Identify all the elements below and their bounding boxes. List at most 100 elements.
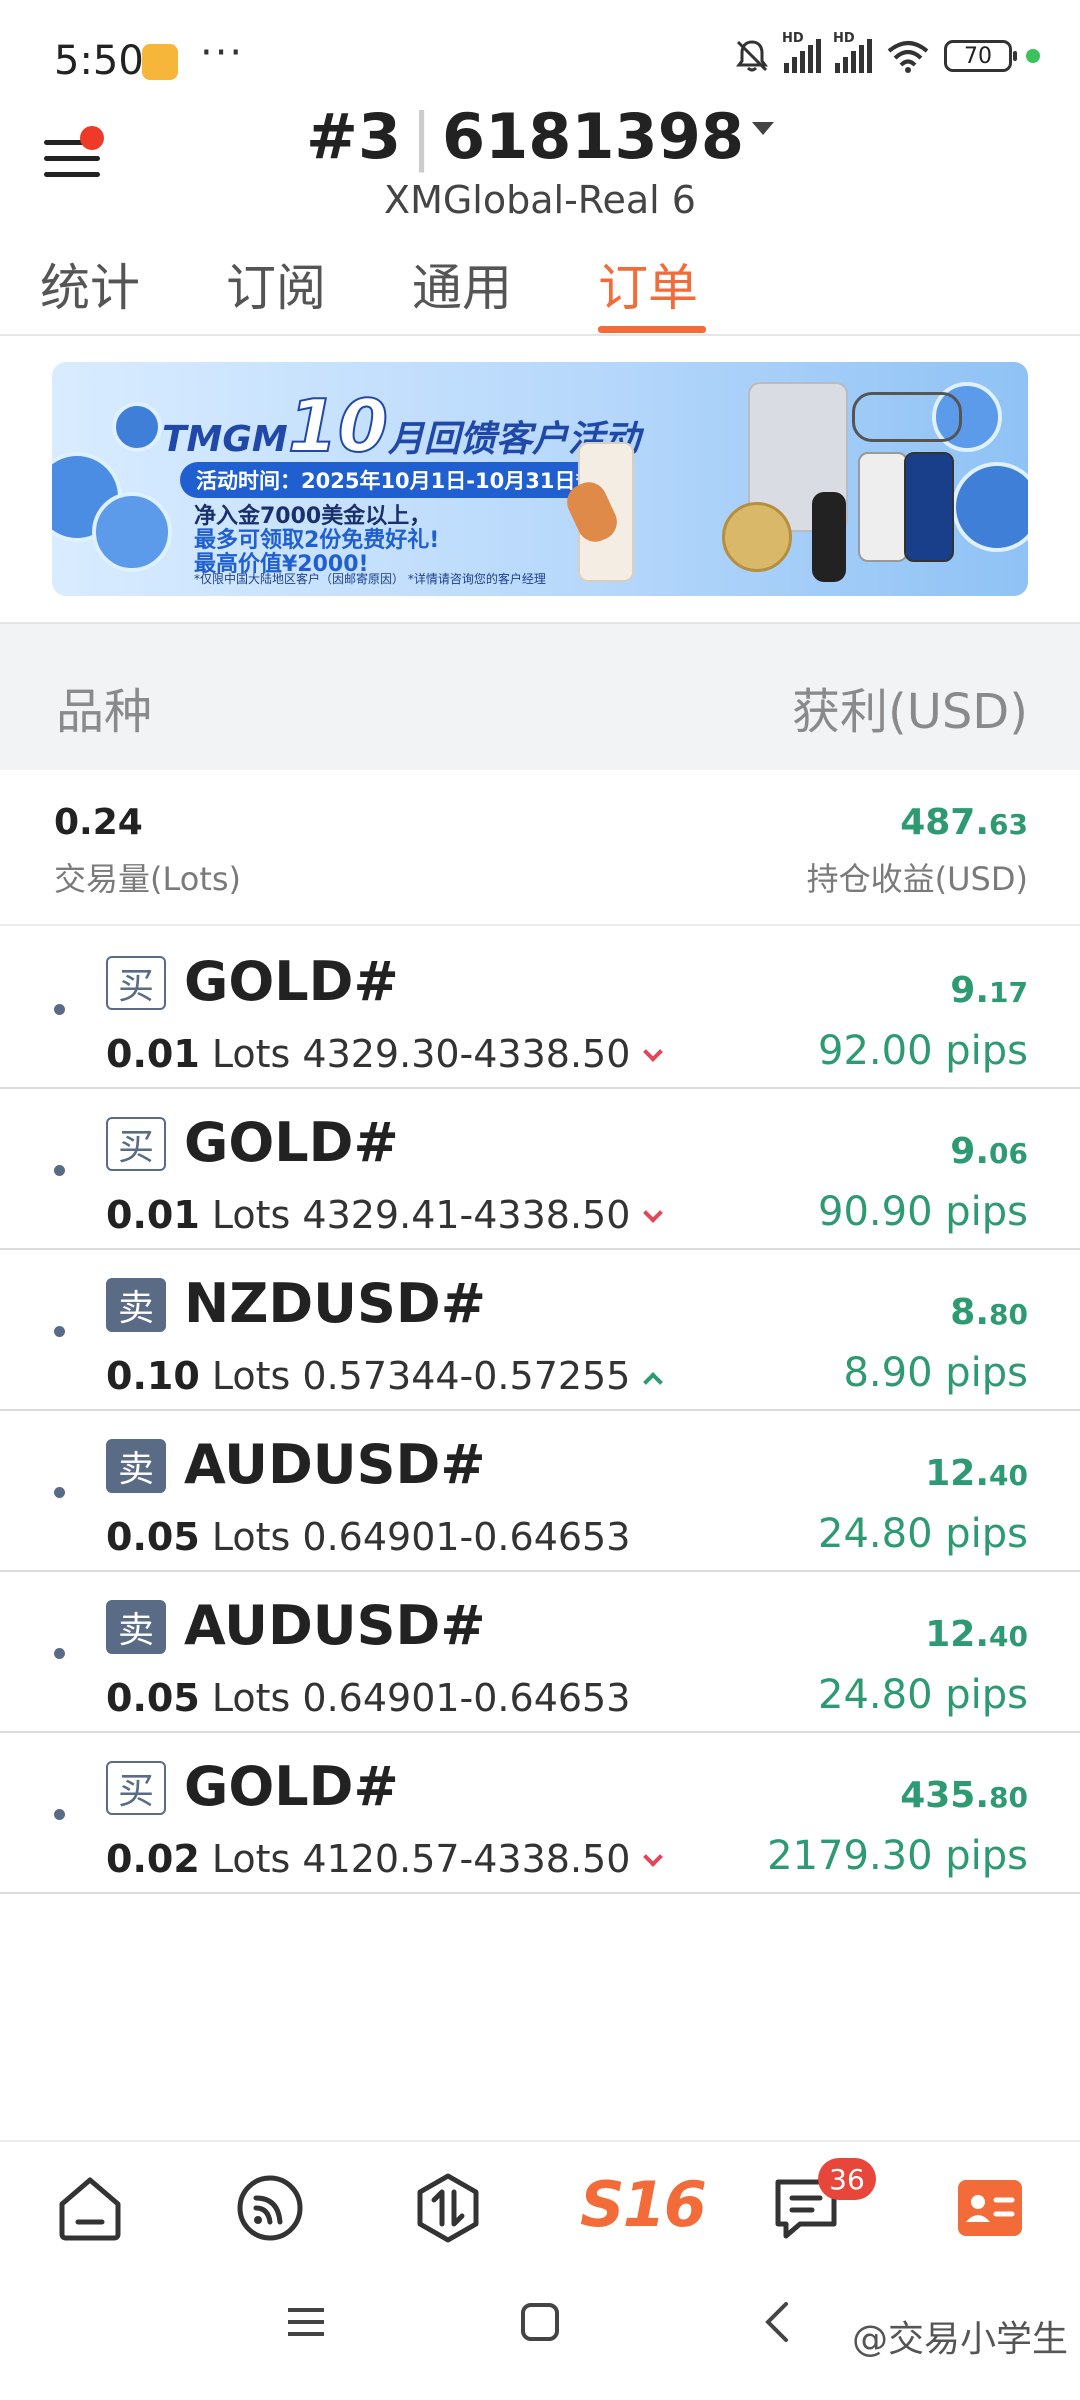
order-symbol: AUDUSD# <box>184 1594 486 1657</box>
total-volume: 0.24 <box>54 802 143 843</box>
column-symbol: 品种 <box>56 684 153 740</box>
order-pips: 90.90 pips <box>818 1189 1028 1235</box>
promo-banner[interactable]: TMGM10月回馈客户活动 活动时间：2025年10月1日-10月31日* 净入… <box>52 362 1028 596</box>
trade-icon[interactable] <box>408 2168 488 2248</box>
order-lots-unit: Lots <box>211 1032 291 1076</box>
order-row[interactable]: 买 GOLD# 9.17 0.01 Lots 4329.30-4338.50 9… <box>0 928 1080 1089</box>
order-profit-decimals: 17 <box>989 976 1028 1009</box>
order-detail: 0.01 Lots 4329.41-4338.50 <box>106 1193 664 1237</box>
order-profit: 435.80 <box>900 1775 1028 1816</box>
order-row[interactable]: 买 GOLD# 9.06 0.01 Lots 4329.41-4338.50 9… <box>0 1089 1080 1250</box>
order-pips: 2179.30 pips <box>767 1833 1028 1879</box>
order-prices: 0.64901-0.64653 <box>302 1676 631 1720</box>
column-profit: 获利(USD) <box>791 684 1028 740</box>
order-profit: 8.80 <box>950 1292 1028 1333</box>
summary-row: 0.24 交易量(Lots) 487.63 持仓收益(USD) <box>0 770 1080 926</box>
tab-bar: 统计 订阅 通用 订单 <box>0 240 1080 336</box>
order-profit-decimals: 80 <box>989 1781 1028 1814</box>
order-symbol: NZDUSD# <box>184 1272 486 1335</box>
drone-image <box>852 392 962 442</box>
s16-logo[interactable]: S16 <box>580 2168 707 2241</box>
order-profit-decimals: 06 <box>989 1137 1028 1170</box>
order-profit-main: 435. <box>900 1775 990 1816</box>
divider: | <box>411 100 432 173</box>
order-profit-main: 8. <box>950 1292 990 1333</box>
order-lots: 0.05 <box>106 1515 200 1559</box>
account-selector[interactable]: #3 | 6181398 <box>0 100 1080 173</box>
order-profit: 12.40 <box>925 1453 1028 1494</box>
coin-decoration <box>112 402 162 452</box>
dropdown-caret-icon <box>751 122 774 136</box>
recent-apps-icon[interactable] <box>284 2300 328 2344</box>
order-prices: 4329.41-4338.50 <box>302 1193 631 1237</box>
phone-white-image <box>858 452 908 562</box>
arrow-down-icon <box>643 1847 664 1867</box>
message-badge: 36 <box>818 2158 876 2200</box>
order-profit: 9.17 <box>950 970 1028 1011</box>
phone-blue-image <box>904 452 954 562</box>
bullet-icon <box>54 1326 65 1337</box>
bullet-icon <box>54 1487 65 1498</box>
bullet-icon <box>54 1004 65 1015</box>
tab-general[interactable]: 通用 <box>412 248 512 320</box>
tab-subscription[interactable]: 订阅 <box>226 248 326 320</box>
battery-icon: 70 <box>944 40 1017 72</box>
order-row[interactable]: 卖 NZDUSD# 8.80 0.10 Lots 0.57344-0.57255… <box>0 1250 1080 1411</box>
order-prices: 0.64901-0.64653 <box>302 1515 631 1559</box>
notification-icon <box>142 44 178 80</box>
order-detail: 0.05 Lots 0.64901-0.64653 <box>106 1676 630 1720</box>
side-badge: 卖 <box>106 1600 166 1654</box>
total-profit-decimals: 63 <box>989 808 1028 841</box>
coin-decoration <box>952 462 1028 552</box>
home-icon[interactable] <box>50 2168 130 2248</box>
order-profit-decimals: 40 <box>989 1459 1028 1492</box>
active-tab-indicator <box>598 326 706 333</box>
wifi-icon <box>887 41 929 73</box>
side-badge: 卖 <box>106 1278 166 1332</box>
order-lots-unit: Lots <box>211 1354 291 1398</box>
order-profit-decimals: 80 <box>989 1298 1028 1331</box>
order-profit: 12.40 <box>925 1614 1028 1655</box>
tab-orders[interactable]: 订单 <box>598 248 698 320</box>
banner-title: TMGM10月回馈客户活动 <box>162 383 640 469</box>
order-detail: 0.05 Lots 0.64901-0.64653 <box>106 1515 630 1559</box>
tab-statistics[interactable]: 统计 <box>40 248 140 320</box>
total-profit-label: 持仓收益(USD) <box>806 860 1028 898</box>
order-lots: 0.02 <box>106 1837 200 1881</box>
order-lots: 0.05 <box>106 1676 200 1720</box>
order-symbol: GOLD# <box>184 950 399 1013</box>
order-symbol: AUDUSD# <box>184 1433 486 1496</box>
signal-icon[interactable] <box>230 2168 310 2248</box>
order-lots-unit: Lots <box>211 1676 291 1720</box>
total-profit-main: 487. <box>900 802 990 843</box>
home-button-icon[interactable] <box>518 2300 562 2344</box>
order-pips: 8.90 pips <box>843 1350 1028 1396</box>
order-lots-unit: Lots <box>211 1193 291 1237</box>
side-badge: 卖 <box>106 1439 166 1493</box>
order-row[interactable]: 卖 AUDUSD# 12.40 0.05 Lots 0.64901-0.6465… <box>0 1411 1080 1572</box>
bullet-icon <box>54 1648 65 1659</box>
banner-brand: TMGM <box>162 419 288 460</box>
silent-bell-icon <box>736 40 768 72</box>
side-badge: 买 <box>106 1117 166 1171</box>
order-detail: 0.02 Lots 4120.57-4338.50 <box>106 1837 664 1881</box>
order-pips: 24.80 pips <box>818 1511 1028 1557</box>
order-lots-unit: Lots <box>211 1515 291 1559</box>
profile-card-icon[interactable] <box>950 2168 1030 2248</box>
bullet-icon <box>54 1809 65 1820</box>
order-row[interactable]: 买 GOLD# 435.80 0.02 Lots 4120.57-4338.50… <box>0 1733 1080 1894</box>
arrow-up-icon <box>643 1372 664 1392</box>
order-profit-main: 12. <box>925 1614 990 1655</box>
order-lots: 0.10 <box>106 1354 200 1398</box>
order-profit-main: 9. <box>950 970 990 1011</box>
account-number: 6181398 <box>442 100 744 173</box>
privacy-indicator-icon <box>1026 49 1040 63</box>
order-profit-main: 9. <box>950 1131 990 1172</box>
signal-hd-icon: HD <box>782 31 821 73</box>
banner-period: 活动时间：2025年10月1日-10月31日* <box>180 462 603 498</box>
order-lots: 0.01 <box>106 1032 200 1076</box>
order-row[interactable]: 卖 AUDUSD# 12.40 0.05 Lots 0.64901-0.6465… <box>0 1572 1080 1733</box>
order-prices: 4120.57-4338.50 <box>302 1837 631 1881</box>
back-icon[interactable] <box>756 2300 800 2344</box>
order-lots: 0.01 <box>106 1193 200 1237</box>
